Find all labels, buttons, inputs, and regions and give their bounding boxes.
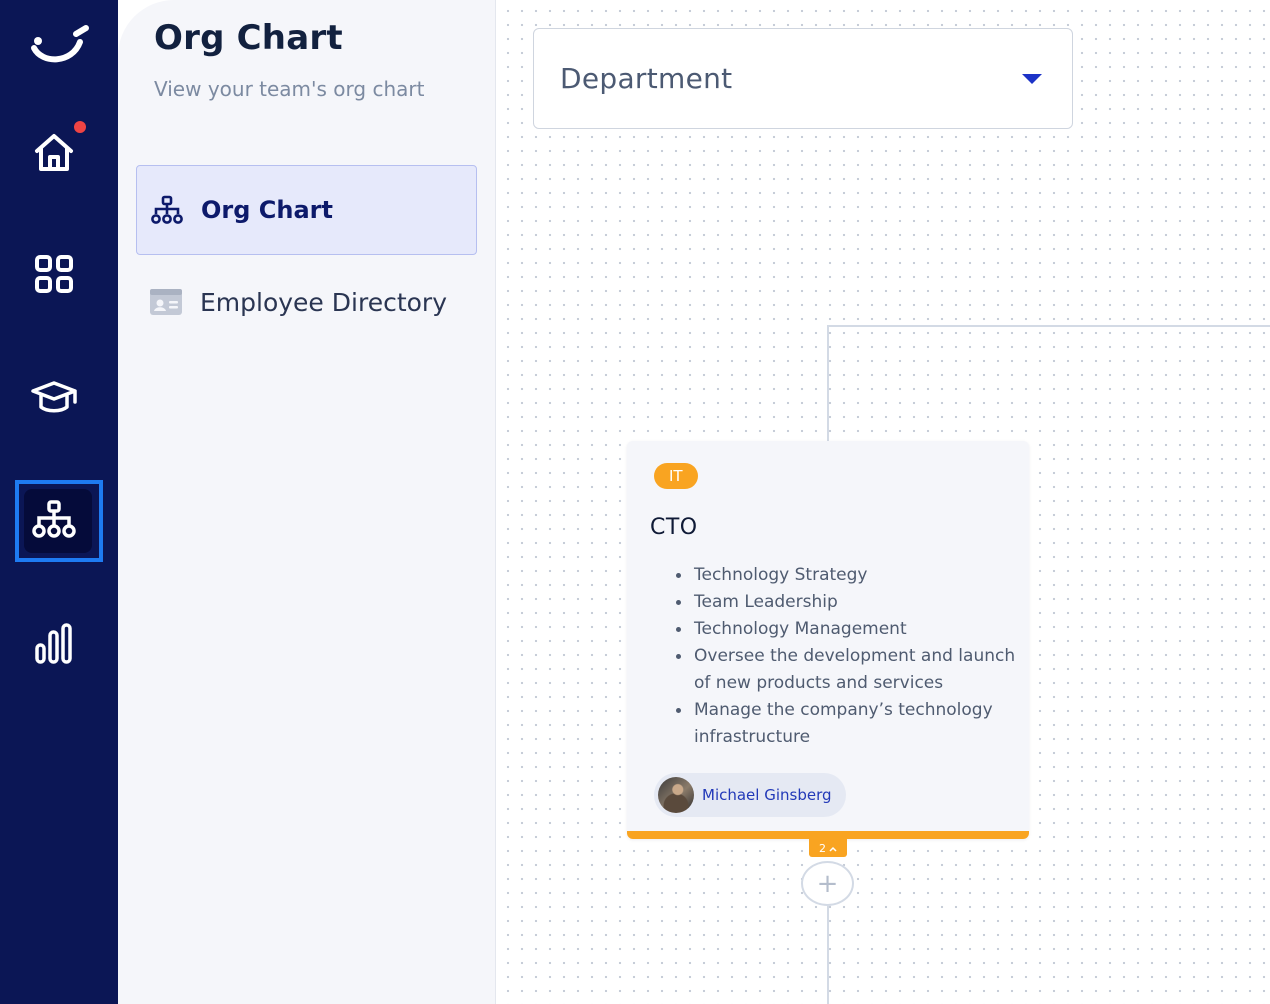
employee-chip[interactable]: Michael Ginsberg bbox=[654, 773, 846, 817]
chevron-up-icon bbox=[829, 842, 837, 855]
main-rail bbox=[0, 0, 118, 1004]
connector-line bbox=[827, 906, 829, 1004]
responsibility-item: Manage the company’s technology infrastr… bbox=[676, 697, 1016, 751]
logo-icon[interactable] bbox=[28, 20, 92, 70]
children-toggle-button[interactable]: 2 bbox=[809, 839, 847, 857]
org-node-card[interactable]: IT CTO Technology Strategy Team Leadersh… bbox=[627, 441, 1029, 839]
role-title: CTO bbox=[650, 515, 698, 540]
plus-icon: + bbox=[816, 868, 839, 899]
avatar bbox=[658, 777, 694, 813]
org-chart-icon bbox=[149, 192, 185, 228]
notification-dot bbox=[74, 121, 86, 133]
nav-item-employee-directory[interactable]: Employee Directory bbox=[136, 257, 477, 347]
responsibilities-list: Technology Strategy Team Leadership Tech… bbox=[676, 562, 1016, 751]
page-title: Org Chart bbox=[154, 18, 343, 58]
connector-line bbox=[827, 325, 1270, 327]
responsibility-item: Technology Management bbox=[676, 616, 1016, 643]
responsibility-item: Technology Strategy bbox=[676, 562, 1016, 589]
id-card-icon bbox=[148, 284, 184, 320]
department-select[interactable]: Department bbox=[533, 28, 1073, 129]
children-count: 2 bbox=[819, 841, 826, 855]
home-icon[interactable] bbox=[28, 126, 80, 178]
nav-item-label: Org Chart bbox=[201, 196, 333, 224]
connector-line bbox=[827, 325, 829, 441]
page-subtitle: View your team's org chart bbox=[154, 77, 425, 101]
responsibility-item: Oversee the development and launch of ne… bbox=[676, 643, 1016, 697]
responsibility-item: Team Leadership bbox=[676, 589, 1016, 616]
graduation-cap-icon[interactable] bbox=[28, 371, 80, 423]
card-accent-bar bbox=[627, 831, 1029, 839]
department-select-label: Department bbox=[560, 62, 733, 95]
add-node-button[interactable]: + bbox=[801, 861, 854, 906]
bar-chart-icon[interactable] bbox=[28, 617, 80, 669]
secondary-panel: Org Chart View your team's org chart Org… bbox=[118, 0, 496, 1004]
apps-grid-icon[interactable] bbox=[28, 248, 80, 300]
org-chart-canvas[interactable]: Department IT CTO Technology Strategy Te… bbox=[497, 0, 1270, 1004]
chevron-down-icon bbox=[1022, 73, 1042, 84]
nav-item-label: Employee Directory bbox=[200, 287, 447, 317]
department-tag: IT bbox=[654, 463, 698, 489]
org-chart-icon[interactable] bbox=[28, 494, 80, 546]
nav-item-org-chart[interactable]: Org Chart bbox=[136, 165, 477, 255]
employee-name: Michael Ginsberg bbox=[702, 786, 832, 804]
